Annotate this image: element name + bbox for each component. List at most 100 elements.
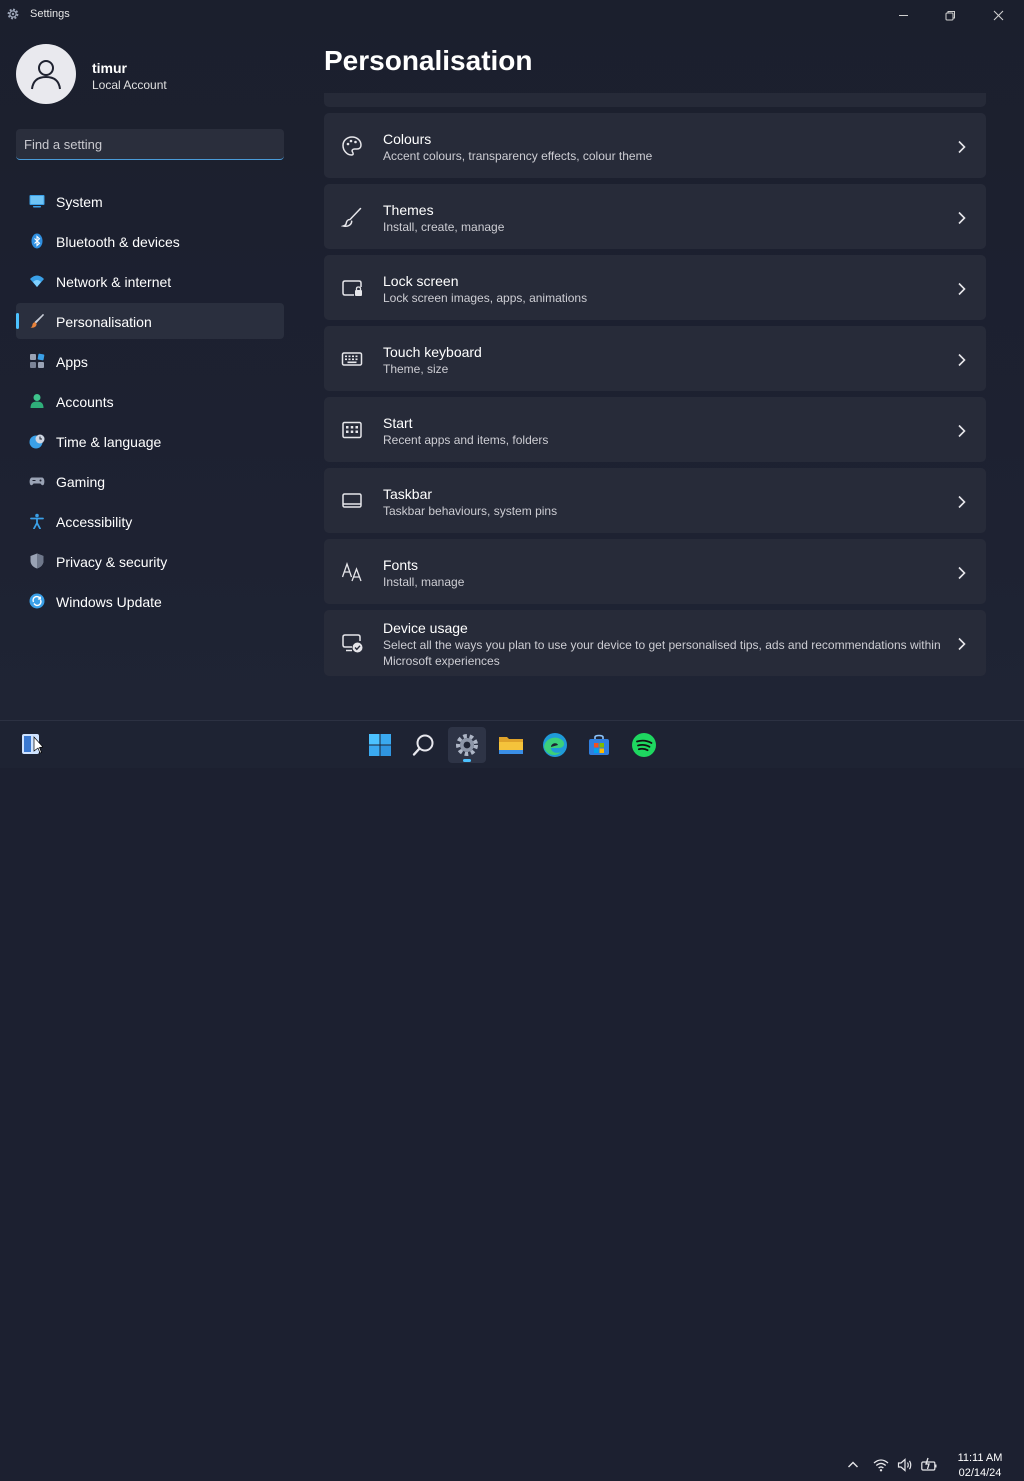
avatar[interactable]	[16, 44, 76, 104]
gamepad-icon	[29, 477, 45, 486]
account-type: Local Account	[92, 78, 167, 92]
wifi-icon[interactable]	[873, 1457, 889, 1473]
chevron-right-icon	[958, 566, 966, 580]
sidebar-item-system[interactable]: System	[16, 183, 284, 219]
user-name: timur	[92, 60, 127, 76]
sidebar-item-bluetooth[interactable]: Bluetooth & devices	[16, 223, 284, 259]
chevron-up-icon[interactable]	[845, 1457, 861, 1473]
clock-date: 02/14/24	[958, 1467, 1002, 1479]
settings-card-fonts[interactable]: Fonts Install, manage	[324, 539, 986, 604]
volume-icon[interactable]	[897, 1457, 913, 1473]
card-description: Install, manage	[383, 575, 465, 589]
edge-button[interactable]	[536, 727, 574, 763]
settings-card-device-usage[interactable]: Device usage Select all the ways you pla…	[324, 610, 986, 676]
sidebar-item-gaming[interactable]: Gaming	[16, 463, 284, 499]
store-button[interactable]	[580, 727, 618, 763]
start-button[interactable]	[361, 727, 399, 763]
close-icon	[993, 10, 1003, 20]
title-bar: Settings	[0, 0, 1024, 30]
card-title: Themes	[383, 202, 434, 218]
page-title: Personalisation	[324, 45, 533, 76]
sidebar-item-label: Apps	[56, 354, 88, 370]
settings-card-themes[interactable]: Themes Install, create, manage	[324, 184, 986, 249]
clock-globe-icon	[29, 434, 45, 449]
sidebar-item-label: Gaming	[56, 474, 106, 490]
card-description: Install, create, manage	[383, 220, 505, 234]
card-description: Theme, size	[383, 362, 449, 376]
chevron-right-icon	[958, 424, 966, 438]
card-title: Touch keyboard	[383, 344, 482, 360]
chevron-right-icon	[958, 353, 966, 367]
settings-app-button[interactable]	[448, 727, 486, 763]
sidebar-item-privacy-security[interactable]: Privacy & security	[16, 543, 284, 579]
file-explorer-button[interactable]	[492, 727, 530, 763]
settings-card-colours[interactable]: Colours Accent colours, transparency eff…	[324, 113, 986, 178]
card-title: Start	[383, 415, 413, 431]
card-title: Taskbar	[383, 486, 433, 502]
sidebar-item-label: Personalisation	[56, 314, 152, 330]
palette-icon	[342, 136, 362, 156]
sidebar-item-network[interactable]: Network & internet	[16, 263, 284, 299]
search-button[interactable]	[405, 727, 443, 763]
restore-icon	[945, 10, 955, 20]
restore-button[interactable]	[927, 0, 973, 30]
brush-icon	[341, 207, 362, 227]
start-icon	[342, 421, 362, 439]
keyboard-icon	[341, 352, 363, 366]
spotify-icon	[632, 733, 656, 757]
sidebar-item-windows-update[interactable]: Windows Update	[16, 583, 284, 619]
settings-card-touch-keyboard[interactable]: Touch keyboard Theme, size	[324, 326, 986, 391]
card-description: Recent apps and items, folders	[383, 433, 549, 447]
edge-icon	[543, 733, 567, 757]
settings-card-start[interactable]: Start Recent apps and items, folders	[324, 397, 986, 462]
sidebar-item-label: System	[56, 194, 103, 210]
sidebar-item-accessibility[interactable]: Accessibility	[16, 503, 284, 539]
card-title: Fonts	[383, 557, 419, 573]
store-icon	[589, 734, 609, 755]
battery-charging-icon[interactable]	[921, 1457, 937, 1473]
chevron-right-icon	[958, 140, 966, 154]
wifi-icon	[30, 275, 44, 287]
sidebar-item-label: Privacy & security	[56, 554, 168, 570]
settings-card-taskbar[interactable]: Taskbar Taskbar behaviours, system pins	[324, 468, 986, 533]
minimize-button[interactable]	[880, 0, 926, 30]
settings-icon	[456, 734, 478, 756]
card-description: Taskbar behaviours, system pins	[383, 504, 558, 518]
file-explorer-icon	[499, 737, 523, 754]
sidebar-item-apps[interactable]: Apps	[16, 343, 284, 379]
task-view-button[interactable]	[11, 726, 49, 762]
window-title: Settings	[30, 8, 70, 20]
fonts-icon	[341, 562, 362, 582]
task-view-icon	[22, 734, 43, 754]
search-icon	[412, 734, 434, 756]
device-usage-icon	[342, 634, 363, 653]
minimize-icon	[898, 14, 908, 16]
sidebar-item-time-language[interactable]: Time & language	[16, 423, 284, 459]
card-description: Lock screen images, apps, animations	[383, 291, 588, 305]
apps-icon	[30, 353, 45, 368]
sidebar-item-personalisation[interactable]: Personalisation	[16, 303, 284, 339]
settings-card-lock-screen[interactable]: Lock screen Lock screen images, apps, an…	[324, 255, 986, 320]
search-input[interactable]	[16, 129, 284, 159]
sidebar-item-accounts[interactable]: Accounts	[16, 383, 284, 419]
chevron-right-icon	[958, 495, 966, 509]
scrolled-card-edge	[324, 93, 986, 107]
sidebar-item-label: Accessibility	[56, 514, 133, 530]
sidebar-item-label: Network & internet	[56, 274, 172, 290]
close-button[interactable]	[975, 0, 1021, 30]
card-title: Device usage	[383, 620, 468, 636]
update-icon	[29, 593, 45, 609]
sidebar-item-label: Windows Update	[56, 594, 162, 610]
user-avatar-icon	[31, 60, 61, 90]
chevron-right-icon	[958, 637, 966, 651]
clock-time: 11:11 AM	[957, 1452, 1003, 1464]
monitor-icon	[29, 195, 45, 208]
card-description: Accent colours, transparency effects, co…	[383, 149, 653, 163]
brush-icon	[30, 313, 45, 328]
clock[interactable]: 11:11 AM 02/14/24	[950, 1451, 1010, 1481]
chevron-right-icon	[958, 211, 966, 225]
search-box[interactable]	[16, 129, 284, 160]
person-icon	[30, 394, 44, 408]
spotify-button[interactable]	[625, 727, 663, 763]
bluetooth-icon	[31, 233, 43, 249]
